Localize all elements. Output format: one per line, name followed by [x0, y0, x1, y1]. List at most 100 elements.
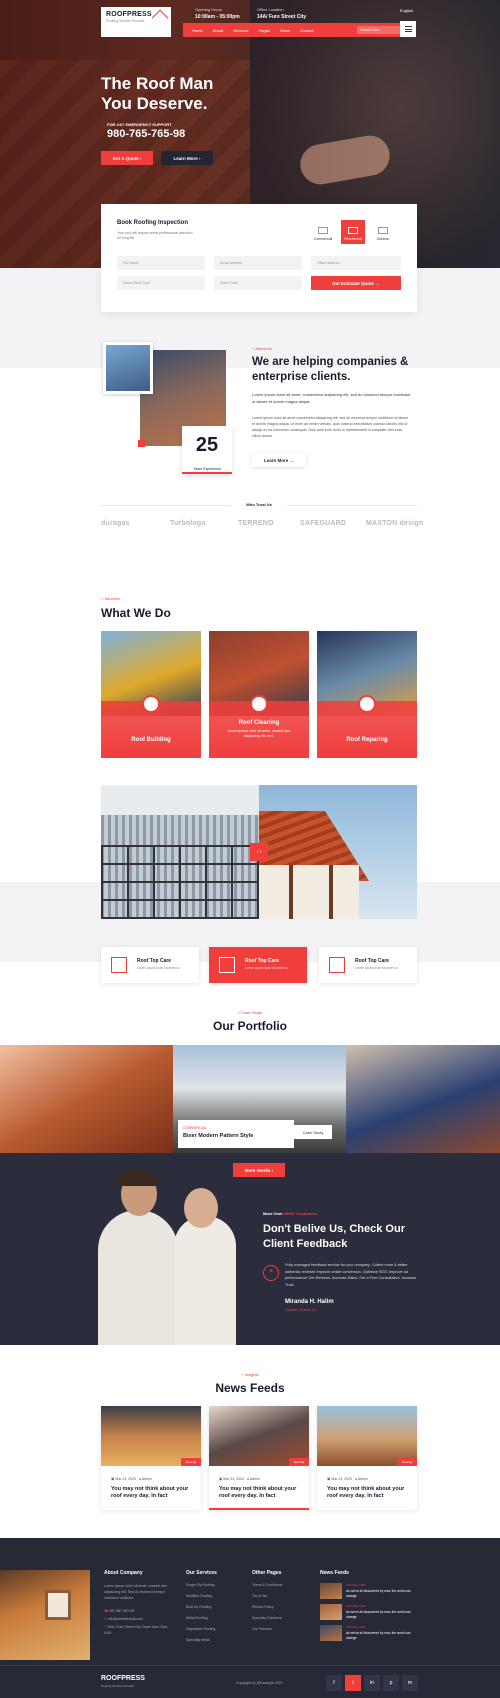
case-study-button[interactable]: Case Study — [294, 1125, 332, 1139]
care-card[interactable]: Roof Top Care Lorem ipsum dolor sit amet … — [319, 947, 417, 983]
footer-heading: Other Pages — [252, 1570, 282, 1576]
brand-logo: TERRENO — [238, 520, 274, 527]
quote-icon: ❝ — [263, 1265, 279, 1281]
about-body: Lorem ipsum dolor sit amet,consectetur a… — [252, 416, 409, 438]
footer-phone[interactable]: ☎ 987-987-987-98 — [104, 1609, 134, 1613]
footer-logo[interactable]: ROOFPRESS — [101, 1675, 145, 1682]
nav-contact[interactable]: Contact — [300, 28, 314, 33]
footer-page-link[interactable]: Terms & Conditions — [252, 1583, 282, 1587]
calendar-icon: ▣ — [219, 1477, 223, 1481]
nav-services[interactable]: Services — [233, 28, 248, 33]
type-commercial[interactable]: Commercial — [311, 220, 335, 244]
couple-image — [88, 1170, 248, 1345]
portfolio-image[interactable] — [0, 1045, 173, 1153]
portfolio-tag: + Case Study — [237, 1010, 263, 1015]
type-outdoor[interactable]: Outdoor — [371, 220, 395, 244]
roof-icon — [358, 695, 376, 713]
menu-icon[interactable] — [400, 21, 416, 37]
tree-icon — [378, 227, 388, 234]
roof-icon — [219, 957, 235, 973]
logo[interactable]: ROOFPRESS Roofing Service Provider — [101, 7, 171, 37]
get-quote-button[interactable]: Get A Quote › — [101, 151, 153, 165]
footer-about-text: Lorem ipsum dolor sit amet, consect etur… — [104, 1584, 168, 1600]
footer-heading: News Feeds — [320, 1570, 349, 1576]
date-select[interactable]: Select Date — [214, 276, 302, 290]
news-tag: + Insights — [241, 1372, 259, 1377]
nav-pages[interactable]: Pages — [258, 28, 269, 33]
trust-label: Who Trust Us — [231, 502, 287, 507]
news-card[interactable]: Roofing ▣ Mar 23, 2020 ● Admin You may n… — [101, 1406, 201, 1510]
footer-service-link[interactable]: Built Up Roofing — [186, 1605, 211, 1609]
roof-icon — [111, 957, 127, 973]
services-title: What We Do — [101, 606, 171, 620]
roof-icon — [250, 695, 268, 713]
booking-form: Book Roofing Inspection Your roof will r… — [101, 204, 417, 312]
nav-news[interactable]: News — [280, 28, 290, 33]
nav-about[interactable]: About — [213, 28, 223, 33]
hero-phone[interactable]: 980-765-765-98 — [107, 128, 185, 140]
testimonial-role: Founder, Roomb Co — [285, 1308, 317, 1312]
linkedin-icon[interactable]: in — [364, 1675, 380, 1691]
type-residential[interactable]: Residential — [341, 220, 365, 244]
testimonial-title: Don't Belive Us, Check Our Client Feedba… — [263, 1223, 405, 1250]
footer-page-link[interactable]: Refund Policy — [252, 1605, 274, 1609]
mail-icon[interactable]: m — [402, 1675, 418, 1691]
brand-logo: SAFEGUARD — [300, 520, 347, 527]
footer-page-link[interactable]: Our Process — [252, 1627, 271, 1631]
news-title: News Feeds — [215, 1381, 285, 1395]
brand-logo: MAXTON design — [366, 520, 424, 527]
about-worker-image — [103, 342, 153, 394]
care-card[interactable]: Roof Top Care Lorem ipsum dolor sit amet … — [209, 947, 307, 983]
nav-home[interactable]: Home — [192, 28, 203, 33]
about-learn-more-button[interactable]: Learn More → — [252, 453, 306, 467]
user-icon: ● — [354, 1477, 357, 1481]
language-selector[interactable]: English — [400, 8, 413, 13]
roof-icon — [142, 695, 160, 713]
footer-heading: Our Services — [186, 1570, 217, 1576]
services-tag: + Services — [101, 596, 120, 601]
footer-page-link[interactable]: Tax & Vat — [252, 1594, 267, 1598]
main-nav: Home About Services Pages News Contact S… — [183, 23, 413, 37]
portfolio-image[interactable] — [346, 1045, 500, 1153]
news-card[interactable]: Roofing ▣ Mar 23, 2020 ● Admin You may n… — [209, 1406, 309, 1510]
work-type-select[interactable]: Select Work Type — [117, 276, 205, 290]
footer-heading: About Company — [104, 1570, 143, 1576]
footer-email[interactable]: ✉ info@websitemail.com — [104, 1617, 143, 1621]
office-location: Office Location 14A/ Fure Street City — [257, 7, 307, 20]
support-label: FOR 24/7 EMERGENCY SUPPORT — [107, 122, 172, 127]
footer-service-link[interactable]: Modified Roofing — [186, 1594, 212, 1598]
calendar-icon: ▣ — [111, 1477, 115, 1481]
experience-badge: 25 Years Experience — [182, 426, 232, 474]
service-card[interactable]: Roof Reparing — [317, 631, 417, 758]
house-icon — [348, 227, 358, 234]
testimonial-quote: Fully-managed feedback service for your … — [285, 1263, 417, 1287]
footer-service-link[interactable]: Single Ply Roofing — [186, 1583, 215, 1587]
learn-more-button[interactable]: Learn More › — [161, 151, 213, 165]
footer-house-image — [0, 1570, 90, 1660]
service-card[interactable]: Roof Cleaning Lorem ipsum dolor sit amet… — [209, 631, 309, 758]
footer-page-link[interactable]: Specialty Solutions — [252, 1616, 282, 1620]
service-card[interactable]: Roof Building — [101, 631, 201, 758]
care-card[interactable]: Roof Top Care Lorem ipsum dolor sit amet … — [101, 947, 199, 983]
news-card[interactable]: Roofing ▣ Mar 23, 2020 ● Admin You may n… — [317, 1406, 417, 1510]
portfolio-title: Our Portfolio — [213, 1019, 287, 1033]
roof-icon — [329, 957, 345, 973]
estimate-button[interactable]: Get Estimate Quote → — [311, 276, 401, 290]
facebook-icon[interactable]: f — [326, 1675, 342, 1691]
twitter-icon[interactable]: t — [345, 1675, 361, 1691]
pinterest-icon[interactable]: p — [383, 1675, 399, 1691]
user-icon: ● — [246, 1477, 249, 1481]
fullname-input[interactable]: Full name — [117, 256, 205, 270]
before-image — [101, 785, 259, 919]
footer-address: ⌖ 14/A, Pure Street City Tower New York,… — [104, 1625, 168, 1635]
email-input[interactable]: Email address — [214, 256, 302, 270]
testimonial-name: Miranda H. Halim — [285, 1299, 334, 1305]
address-input[interactable]: Office address — [311, 256, 401, 270]
brand-logo: Turbologo — [170, 520, 206, 527]
footer-service-link[interactable]: Vegetative Roofing — [186, 1627, 215, 1631]
footer-service-link[interactable]: Specialty Metal — [186, 1638, 210, 1642]
booking-desc: Your roof will require some professional… — [117, 231, 193, 240]
footer-service-link[interactable]: Metal Roofing — [186, 1616, 208, 1620]
calendar-icon: ▣ — [327, 1477, 331, 1481]
comparison-handle[interactable]: ‹ › — [250, 843, 268, 861]
